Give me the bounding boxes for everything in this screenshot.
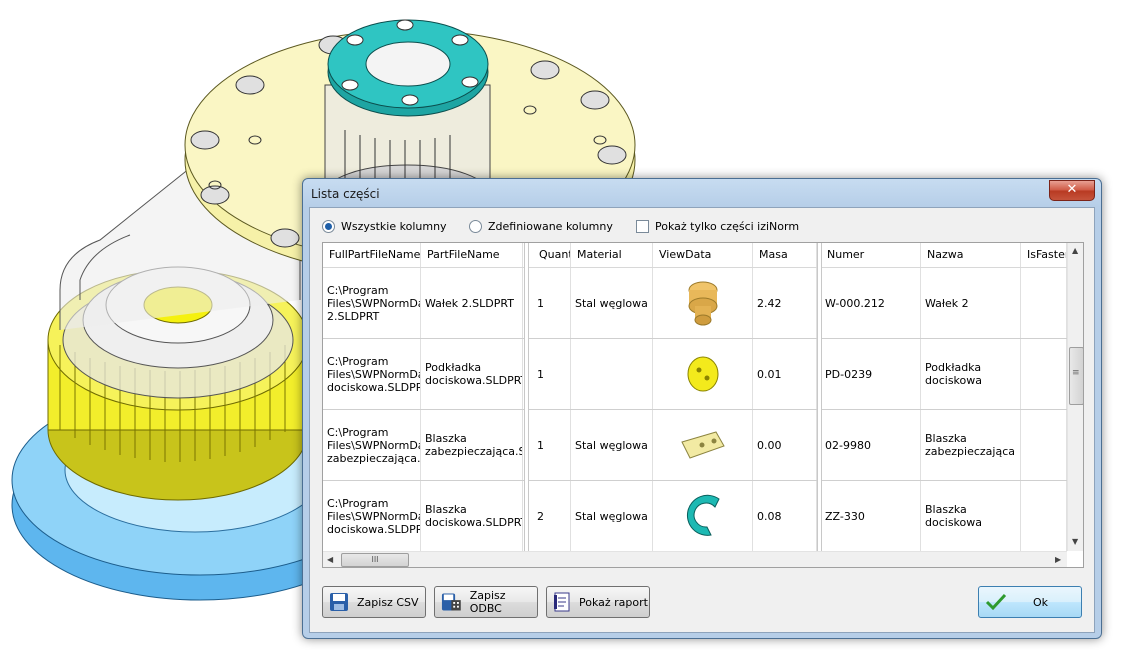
cell-material: Stal węglowa [571,410,653,480]
cell-partfilename: Blaszka dociskowa.SLDPRT [421,481,523,551]
cell-material: Stal węglowa [571,481,653,551]
close-icon: ✕ [1066,182,1078,197]
cell-fullpartfilename: C:\Program Files\SWPNormData dociskowa.S… [323,481,421,551]
cell-quant: 1 [533,339,571,409]
cell-viewdata [653,339,753,409]
cell-isfaster [1021,268,1067,338]
cell-isfaster [1021,481,1067,551]
col-header-quant[interactable]: Quant [533,243,571,267]
cell-numer: PD-0239 [821,339,921,409]
radio-indicator [322,220,335,233]
cell-isfaster [1021,339,1067,409]
close-button[interactable]: ✕ [1049,180,1095,201]
save-csv-button[interactable]: Zapisz CSV [322,586,426,618]
plate-thumbnail-icon [680,431,725,459]
scroll-grip-icon: ≡ [1072,368,1080,378]
cell-masa: 0.01 [753,339,817,409]
parts-list-dialog: Lista części ✕ Wszystkie kolumny Zdefini… [302,178,1102,639]
col-header-viewdata[interactable]: ViewData [653,243,753,267]
radio-all-columns[interactable]: Wszystkie kolumny [322,220,447,233]
checkbox-box [636,220,649,233]
ok-button[interactable]: Ok [978,586,1082,618]
report-document-icon [554,592,570,612]
cell-fullpartfilename: C:\Program Files\SWPNormData zabezpiecza… [323,410,421,480]
cell-quant: 2 [533,481,571,551]
save-odbc-label: Zapisz ODBC [469,589,506,615]
title-bar[interactable]: Lista części ✕ [303,179,1101,209]
teal-ring [327,19,489,117]
dialog-body: Wszystkie kolumny Zdefiniowane kolumny P… [309,207,1095,633]
scroll-left-arrow-icon[interactable]: ◀ [327,555,333,564]
dialog-title: Lista części [311,187,380,201]
cell-material [571,339,653,409]
cell-partfilename: Podkładka dociskowa.SLDPRT [421,339,523,409]
cell-partfilename: Wałek 2.SLDPRT [421,268,523,338]
cell-material: Stal węglowa [571,268,653,338]
cell-fullpartfilename: C:\Program Files\SWPNormData 2.SLDPRT [323,268,421,338]
scroll-down-arrow-icon[interactable]: ▼ [1072,537,1078,546]
col-header-numer[interactable]: Numer [821,243,921,267]
grid-header: FullPartFileName PartFileName Quant Mate… [323,243,1067,268]
save-csv-label: Zapisz CSV [357,595,419,609]
radio-indicator [469,220,482,233]
vertical-scroll-thumb[interactable]: ≡ [1069,347,1083,405]
cell-fullpartfilename: C:\Program Files\SWPNormData dociskowa.S… [323,339,421,409]
col-header-nazwa[interactable]: Nazwa [921,243,1021,267]
cell-nazwa: Blaszka zabezpieczająca [921,410,1021,480]
cell-numer: W-000.212 [821,268,921,338]
col-header-isfaster[interactable]: IsFaster [1021,243,1067,267]
column-splitter[interactable] [524,243,529,567]
horizontal-scrollbar[interactable]: ◀ III ▶ [323,551,1067,567]
cell-viewdata [653,481,753,551]
table-row[interactable]: C:\Program Files\SWPNormData 2.SLDPRT Wa… [323,268,1067,339]
scroll-up-arrow-icon[interactable]: ▲ [1072,246,1078,255]
cell-quant: 1 [533,410,571,480]
cell-numer: ZZ-330 [821,481,921,551]
col-header-material[interactable]: Material [571,243,653,267]
cell-numer: 02-9980 [821,410,921,480]
radio-all-columns-label: Wszystkie kolumny [341,220,447,233]
ok-label: Ok [1033,595,1049,609]
cell-masa: 0.08 [753,481,817,551]
cell-masa: 0.00 [753,410,817,480]
save-odbc-button[interactable]: Zapisz ODBC [434,586,538,618]
checkbox-only-izinorm-label: Pokaż tylko części iziNorm [655,220,800,233]
checkbox-only-izinorm[interactable]: Pokaż tylko części iziNorm [636,220,799,233]
radio-defined-columns[interactable]: Zdefiniowane kolumny [469,220,613,233]
show-report-label: Pokaż raport [579,595,648,609]
radio-defined-columns-label: Zdefiniowane kolumny [488,220,613,233]
table-row[interactable]: C:\Program Files\SWPNormData dociskowa.S… [323,481,1067,552]
col-header-masa[interactable]: Masa [753,243,817,267]
washer-thumbnail-icon [687,356,718,392]
cell-masa: 2.42 [753,268,817,338]
col-header-fullpartfilename[interactable]: FullPartFileName [323,243,421,267]
col-header-partfilename[interactable]: PartFileName [421,243,523,267]
cell-viewdata [653,410,753,480]
ring-thumbnail-icon [686,494,720,536]
shaft-thumbnail-icon [688,281,717,326]
horizontal-scroll-thumb[interactable]: III [341,553,409,567]
table-row[interactable]: C:\Program Files\SWPNormData dociskowa.S… [323,339,1067,410]
cell-quant: 1 [533,268,571,338]
parts-grid[interactable]: FullPartFileName PartFileName Quant Mate… [322,242,1084,568]
cell-nazwa: Blaszka dociskowa [921,481,1021,551]
checkmark-icon [985,593,1007,611]
show-report-button[interactable]: Pokaż raport [546,586,650,618]
vertical-scrollbar[interactable]: ▲ ≡ ▼ [1067,243,1083,551]
cell-viewdata [653,268,753,338]
cell-partfilename: Blaszka zabezpieczająca.SL [421,410,523,480]
floppy-database-icon [441,593,461,611]
table-row[interactable]: C:\Program Files\SWPNormData zabezpiecza… [323,410,1067,481]
cell-isfaster [1021,410,1067,480]
cell-nazwa: Podkładka dociskowa [921,339,1021,409]
column-splitter[interactable] [817,243,822,567]
scroll-right-arrow-icon[interactable]: ▶ [1055,555,1061,564]
cell-nazwa: Wałek 2 [921,268,1021,338]
floppy-disk-icon [330,593,348,611]
